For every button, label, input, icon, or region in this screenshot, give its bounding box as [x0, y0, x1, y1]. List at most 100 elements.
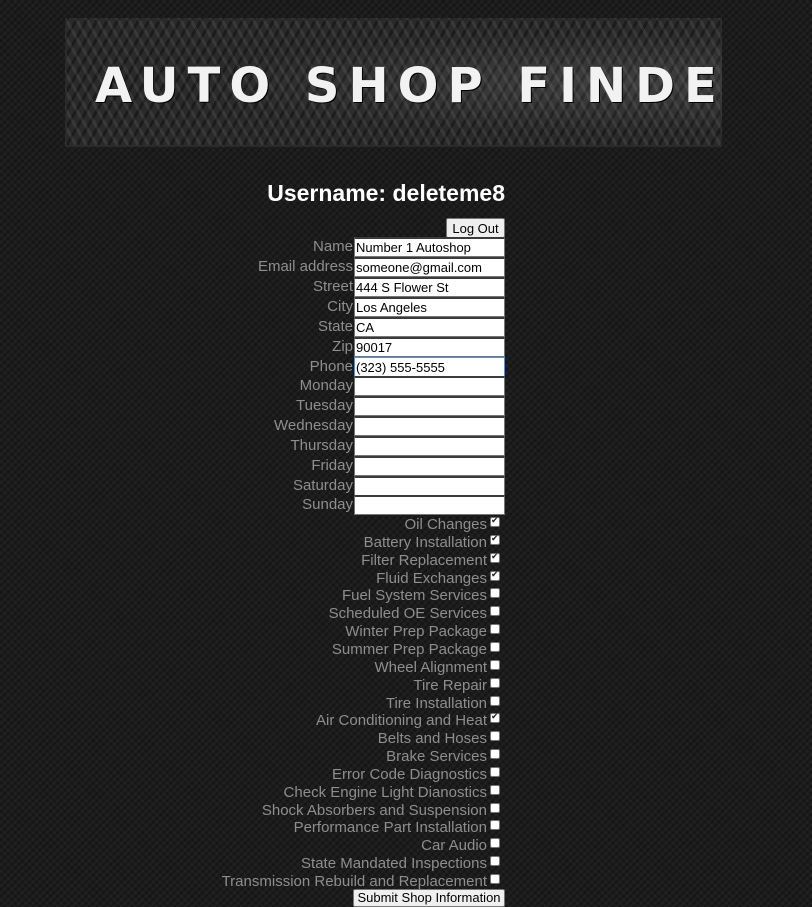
site-title: AUTO SHOP FINDER — [95, 58, 722, 114]
sunday-input[interactable] — [354, 495, 505, 515]
service-row-check-engine-light-dianostics: Check Engine Light Dianostics — [0, 784, 505, 802]
name-input[interactable] — [354, 237, 505, 257]
tuesday-label: Tuesday — [296, 397, 353, 414]
service-label-air-conditioning-and-heat: Air Conditioning and Heat — [316, 712, 487, 729]
check-icon: ✔ — [491, 534, 499, 544]
service-checkbox-fluid-exchanges[interactable]: ✔ — [490, 570, 500, 581]
field-row-monday: Monday — [0, 376, 505, 396]
service-label-performance-part-installation: Performance Part Installation — [293, 819, 487, 836]
phone-input[interactable] — [354, 357, 505, 377]
service-row-summer-prep-package: Summer Prep Package — [0, 641, 505, 659]
tuesday-input[interactable] — [354, 396, 505, 416]
service-checkbox-filter-replacement[interactable]: ✔ — [490, 552, 500, 563]
service-label-brake-services: Brake Services — [386, 748, 487, 765]
service-row-shock-absorbers-and-suspension: Shock Absorbers and Suspension — [0, 802, 505, 820]
friday-input[interactable] — [354, 456, 505, 476]
city-input[interactable] — [354, 297, 505, 317]
service-label-belts-and-hoses: Belts and Hoses — [377, 730, 487, 747]
service-checkbox-shock-absorbers-and-suspension[interactable] — [490, 803, 500, 813]
service-row-performance-part-installation: Performance Part Installation — [0, 819, 505, 837]
service-checkbox-winter-prep-package[interactable] — [490, 624, 500, 634]
service-checkbox-brake-services[interactable] — [490, 749, 500, 759]
service-label-filter-replacement: Filter Replacement — [361, 552, 487, 569]
service-checkbox-tire-repair[interactable] — [490, 678, 500, 688]
service-label-summer-prep-package: Summer Prep Package — [331, 641, 487, 658]
service-row-scheduled-oe-services: Scheduled OE Services — [0, 605, 505, 623]
service-row-belts-and-hoses: Belts and Hoses — [0, 730, 505, 748]
service-row-car-audio: Car Audio — [0, 837, 505, 855]
check-icon: ✔ — [491, 712, 499, 722]
friday-label: Friday — [311, 457, 353, 474]
service-label-oil-changes: Oil Changes — [404, 516, 487, 533]
service-label-fuel-system-services: Fuel System Services — [341, 587, 487, 604]
service-row-oil-changes: Oil Changes ✔ — [0, 516, 505, 534]
logout-button[interactable]: Log Out — [446, 218, 505, 238]
field-row-thursday: Thursday — [0, 436, 505, 456]
wednesday-label: Wednesday — [274, 417, 353, 434]
service-label-state-mandated-inspections: State Mandated Inspections — [301, 855, 487, 872]
phone-label: Phone — [309, 358, 353, 375]
service-checkbox-tire-installation[interactable] — [490, 696, 500, 706]
field-row-name: Name — [0, 237, 505, 257]
field-row-zip: Zip — [0, 337, 505, 357]
service-label-car-audio: Car Audio — [421, 837, 487, 854]
service-checkbox-state-mandated-inspections[interactable] — [490, 856, 500, 866]
service-checkbox-air-conditioning-and-heat[interactable]: ✔ — [490, 712, 500, 723]
field-row-state: State — [0, 317, 505, 337]
state-label: State — [317, 318, 353, 335]
field-row-sunday: Sunday — [0, 495, 505, 515]
field-row-tuesday: Tuesday — [0, 396, 505, 416]
street-input[interactable] — [354, 277, 505, 297]
service-label-scheduled-oe-services: Scheduled OE Services — [328, 605, 487, 622]
service-checkbox-scheduled-oe-services[interactable] — [490, 606, 500, 616]
service-checkbox-summer-prep-package[interactable] — [490, 642, 500, 652]
service-checkbox-transmission-rebuild-and-replacement[interactable] — [490, 874, 500, 884]
service-checkbox-performance-part-installation[interactable] — [490, 820, 500, 830]
service-row-winter-prep-package: Winter Prep Package — [0, 623, 505, 641]
service-label-tire-installation: Tire Installation — [385, 695, 487, 712]
field-row-city: City — [0, 297, 505, 317]
zip-label: Zip — [332, 338, 353, 355]
street-label: Street — [312, 278, 353, 295]
saturday-input[interactable] — [354, 476, 505, 496]
service-checkbox-oil-changes[interactable]: ✔ — [490, 516, 500, 527]
service-checkbox-check-engine-light-dianostics[interactable] — [490, 785, 500, 795]
service-row-fluid-exchanges: Fluid Exchanges ✔ — [0, 570, 505, 588]
email-address-label: Email address — [257, 258, 353, 275]
wednesday-input[interactable] — [354, 416, 505, 436]
check-icon: ✔ — [491, 570, 499, 580]
field-row-email-address: Email address — [0, 257, 505, 277]
service-row-filter-replacement: Filter Replacement ✔ — [0, 552, 505, 570]
service-checkbox-belts-and-hoses[interactable] — [490, 731, 500, 741]
monday-input[interactable] — [354, 376, 505, 396]
zip-input[interactable] — [354, 337, 505, 357]
saturday-label: Saturday — [292, 477, 353, 494]
service-row-tire-repair: Tire Repair — [0, 677, 505, 695]
service-row-fuel-system-services: Fuel System Services — [0, 587, 505, 605]
thursday-label: Thursday — [290, 437, 353, 454]
service-checkbox-fuel-system-services[interactable] — [490, 588, 500, 598]
service-row-battery-installation: Battery Installation ✔ — [0, 534, 505, 552]
field-row-saturday: Saturday — [0, 476, 505, 496]
service-checkbox-car-audio[interactable] — [490, 838, 500, 848]
service-label-wheel-alignment: Wheel Alignment — [374, 659, 487, 676]
service-label-tire-repair: Tire Repair — [413, 677, 487, 694]
submit-shop-info-button[interactable]: Submit Shop Information — [353, 889, 505, 907]
thursday-input[interactable] — [354, 436, 505, 456]
check-icon: ✔ — [491, 552, 499, 562]
service-row-tire-installation: Tire Installation — [0, 695, 505, 713]
sunday-label: Sunday — [302, 496, 353, 513]
email-address-input[interactable] — [354, 257, 505, 277]
site-banner: AUTO SHOP FINDER — [65, 18, 722, 147]
service-label-winter-prep-package: Winter Prep Package — [345, 623, 487, 640]
check-icon: ✔ — [491, 516, 499, 526]
field-row-phone: Phone — [0, 357, 505, 377]
service-row-air-conditioning-and-heat: Air Conditioning and Heat ✔ — [0, 712, 505, 730]
service-checkbox-battery-installation[interactable]: ✔ — [490, 534, 500, 545]
state-input[interactable] — [354, 317, 505, 337]
service-label-check-engine-light-dianostics: Check Engine Light Dianostics — [283, 784, 487, 801]
service-checkbox-wheel-alignment[interactable] — [490, 660, 500, 670]
service-checkbox-error-code-diagnostics[interactable] — [490, 767, 500, 777]
service-label-error-code-diagnostics: Error Code Diagnostics — [331, 766, 487, 783]
field-row-street: Street — [0, 277, 505, 297]
